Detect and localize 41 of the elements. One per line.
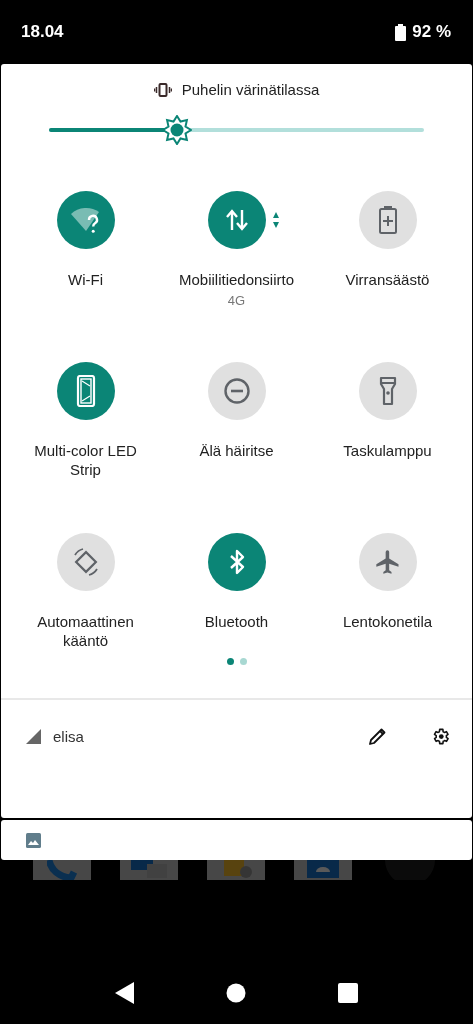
phone-frame-icon (75, 375, 96, 407)
vibrate-icon (153, 82, 172, 97)
battery-percent: 92 % (412, 22, 451, 42)
minus-circle-icon (222, 377, 251, 405)
tile-label: Lentokonetila (342, 612, 433, 631)
settings-icon (431, 726, 450, 746)
tile-label: Älä häiritse (199, 441, 274, 460)
home-icon (226, 983, 246, 1003)
back-button[interactable] (115, 982, 134, 1004)
airplane-icon (373, 548, 402, 576)
carrier-name: elisa (53, 727, 85, 745)
clock-time: 18.04 (21, 22, 64, 42)
edit-button[interactable] (368, 726, 387, 746)
tile-toggle[interactable] (207, 533, 266, 591)
settings-button[interactable] (431, 726, 450, 746)
pencil-icon (368, 726, 387, 746)
image-icon (26, 832, 41, 848)
tile-label: Virransäästö (345, 270, 430, 289)
tile-toggle[interactable] (56, 191, 115, 249)
tile-label: Taskulamppu (343, 441, 432, 460)
brightness-thumb[interactable] (161, 115, 192, 145)
tile-label: Multi-color LED Strip (33, 441, 138, 479)
tile-label: Mobiilitiedonsiirto (178, 270, 295, 289)
back-icon (115, 982, 134, 1004)
page-indicator-dot[interactable] (226, 658, 234, 665)
battery-plus-icon (377, 205, 398, 235)
arrows-icon (225, 208, 248, 232)
tile-toggle[interactable] (56, 362, 115, 420)
signal-icon (26, 728, 41, 744)
tile-label: Automaattinen kääntö (36, 612, 135, 650)
ringer-status: Puhelin värinätilassa (181, 81, 320, 98)
recents-icon (338, 983, 358, 1003)
updown-icon (271, 211, 280, 229)
tile-label: Wi-Fi (68, 270, 103, 289)
page-indicator-dot[interactable] (239, 658, 247, 665)
flashlight-icon (377, 376, 398, 406)
home-button[interactable] (226, 983, 246, 1003)
tile-label: Bluetooth (204, 612, 269, 631)
tile-toggle[interactable] (207, 191, 266, 249)
tile-sublabel: 4G (227, 292, 246, 310)
battery-icon (395, 23, 407, 41)
